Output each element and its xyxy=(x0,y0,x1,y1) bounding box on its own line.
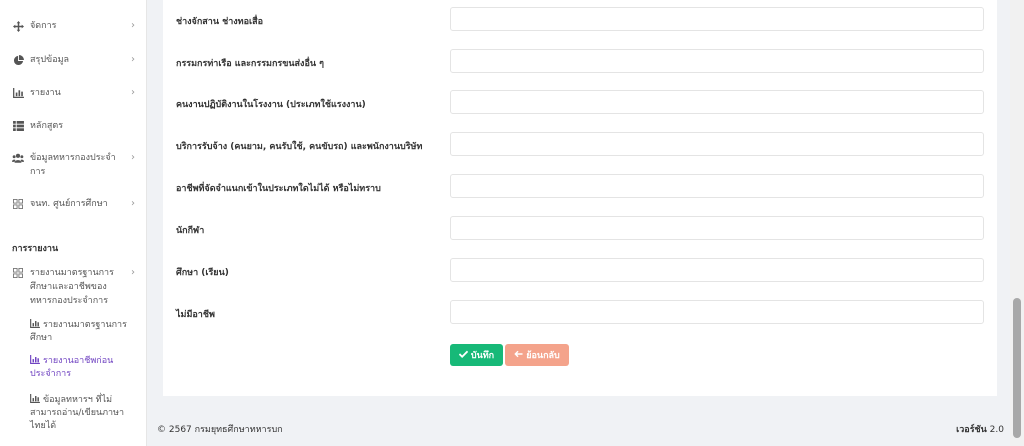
form-row: ช่างจักสาน ช่างทอเสื่อ xyxy=(176,7,984,31)
field-label: บริการรับจ้าง (คนยาม, คนรับใช้, คนขับรถ)… xyxy=(176,142,423,152)
field-label: นักกีฬา xyxy=(176,226,205,236)
version-number: 2.0 xyxy=(989,425,1004,435)
sub-item-education-standard[interactable]: รายงานมาตรฐานการศึกษา xyxy=(30,319,130,345)
field-label: กรรมกรท่าเรือ และกรรมกรขนส่งอื่น ๆ xyxy=(176,59,324,69)
form-row: คนงานปฏิบัติงานในโรงงาน (ประเภทใช้แรงงาน… xyxy=(176,90,984,114)
bar-chart-icon xyxy=(30,394,40,403)
sub-item-label: ข้อมูลทหารฯ ที่ไม่สามารถอ่าน/เขียนภาษาไท… xyxy=(30,395,125,431)
sidebar-item-summary[interactable]: สรุปข้อมูล › xyxy=(0,53,146,67)
sidebar-item-curriculum[interactable]: หลักสูตร xyxy=(0,119,146,133)
sidebar-item-label: สรุปข้อมูล xyxy=(30,55,70,65)
save-button-label: บันทึก xyxy=(470,351,495,361)
back-button[interactable]: ย้อนกลับ xyxy=(505,344,569,366)
field-label: ไม่มีอาชีพ xyxy=(176,310,215,320)
sidebar: จัดการ › สรุปข้อมูล › รายงาน › หลักสูตร … xyxy=(0,0,147,446)
chevron-right-icon: › xyxy=(131,152,135,163)
sidebar-item-label: รายงาน xyxy=(30,88,61,98)
bar-chart-icon xyxy=(30,319,40,328)
form-row: บริการรับจ้าง (คนยาม, คนรับใช้, คนขับรถ)… xyxy=(176,132,984,156)
field-input-service-employee[interactable] xyxy=(450,132,984,156)
sidebar-item-label: จนท. ศูนย์การศึกษา xyxy=(30,199,108,209)
sidebar-item-report[interactable]: รายงาน › xyxy=(0,86,146,100)
chevron-right-icon: › xyxy=(131,20,135,31)
version-label: เวอร์ชัน xyxy=(956,425,987,435)
field-label: ศึกษา (เรียน) xyxy=(176,268,229,278)
field-input-athlete[interactable] xyxy=(450,216,984,240)
sidebar-item-manage[interactable]: จัดการ › xyxy=(0,19,146,33)
bar-chart-icon xyxy=(12,87,24,99)
check-icon xyxy=(458,350,469,361)
bar-chart-icon xyxy=(30,355,40,364)
users-icon xyxy=(12,152,24,164)
field-input-unemployed[interactable] xyxy=(450,300,984,324)
version-info: เวอร์ชัน 2.0 xyxy=(956,422,1004,436)
chevron-right-icon: › xyxy=(131,198,135,209)
section-header: การรายงาน xyxy=(12,244,59,254)
form-row: กรรมกรท่าเรือ และกรรมกรขนส่งอื่น ๆ xyxy=(176,49,984,73)
field-input-student[interactable] xyxy=(450,258,984,282)
field-label: ช่างจักสาน ช่างทอเสื่อ xyxy=(176,17,263,27)
field-input-port-laborer[interactable] xyxy=(450,49,984,73)
sub-item-occupation-before-service[interactable]: รายงานอาชีพก่อนประจำการ xyxy=(30,355,130,381)
sidebar-item-label: หลักสูตร xyxy=(30,121,64,131)
form-row: ไม่มีอาชีพ xyxy=(176,300,984,324)
field-label: อาชีพที่จัดจำแนกเข้าในประเภทใดไม่ได้ หรื… xyxy=(176,184,381,194)
scrollbar-thumb[interactable] xyxy=(1013,298,1021,438)
copyright-text: © 2567 กรมยุทธศึกษาทหารบก xyxy=(157,425,283,435)
form-row: ศึกษา (เรียน) xyxy=(176,258,984,282)
chevron-right-icon: › xyxy=(131,267,135,278)
table-list-icon xyxy=(12,120,24,132)
field-input-factory-worker[interactable] xyxy=(450,90,984,114)
sidebar-item-personnel[interactable]: ข้อมูลทหารกองประจำการ › xyxy=(0,151,146,179)
form-row: นักกีฬา xyxy=(176,216,984,240)
grid-icon xyxy=(12,198,24,210)
save-button[interactable]: บันทึก xyxy=(450,344,503,366)
field-input-weaver[interactable] xyxy=(450,7,984,31)
footer: © 2567 กรมยุทธศึกษาทหารบก เวอร์ชัน 2.0 xyxy=(147,410,1010,446)
chevron-right-icon: › xyxy=(131,87,135,98)
form-row: อาชีพที่จัดจำแนกเข้าในประเภทใดไม่ได้ หรื… xyxy=(176,174,984,198)
arrows-move-icon xyxy=(12,20,24,32)
sidebar-item-education-report[interactable]: รายงานมาตรฐานการศึกษาและอาชีพของทหารกองป… xyxy=(0,266,146,308)
sidebar-item-education-staff[interactable]: จนท. ศูนย์การศึกษา › xyxy=(0,197,146,211)
page-scrollbar[interactable] xyxy=(1010,0,1024,446)
sidebar-item-label: รายงานมาตรฐานการศึกษาและอาชีพของทหารกองป… xyxy=(30,268,114,306)
form-card: ช่างจักสาน ช่างทอเสื่อ กรรมกรท่าเรือ และ… xyxy=(163,0,997,396)
sub-item-illiterate[interactable]: ข้อมูลทหารฯ ที่ไม่สามารถอ่าน/เขียนภาษาไท… xyxy=(30,394,130,433)
field-input-unclassified[interactable] xyxy=(450,174,984,198)
sub-item-label: รายงานมาตรฐานการศึกษา xyxy=(30,320,127,343)
back-button-label: ย้อนกลับ xyxy=(526,351,560,361)
sub-item-label: รายงานอาชีพก่อนประจำการ xyxy=(30,356,114,379)
chevron-right-icon: › xyxy=(131,54,135,65)
sidebar-item-label: จัดการ xyxy=(30,21,57,31)
field-label: คนงานปฏิบัติงานในโรงงาน (ประเภทใช้แรงงาน… xyxy=(176,100,366,110)
grid-icon xyxy=(12,267,24,279)
pie-chart-icon xyxy=(12,54,24,66)
sidebar-item-label: ข้อมูลทหารกองประจำการ xyxy=(30,153,116,177)
arrow-left-icon xyxy=(514,350,523,361)
